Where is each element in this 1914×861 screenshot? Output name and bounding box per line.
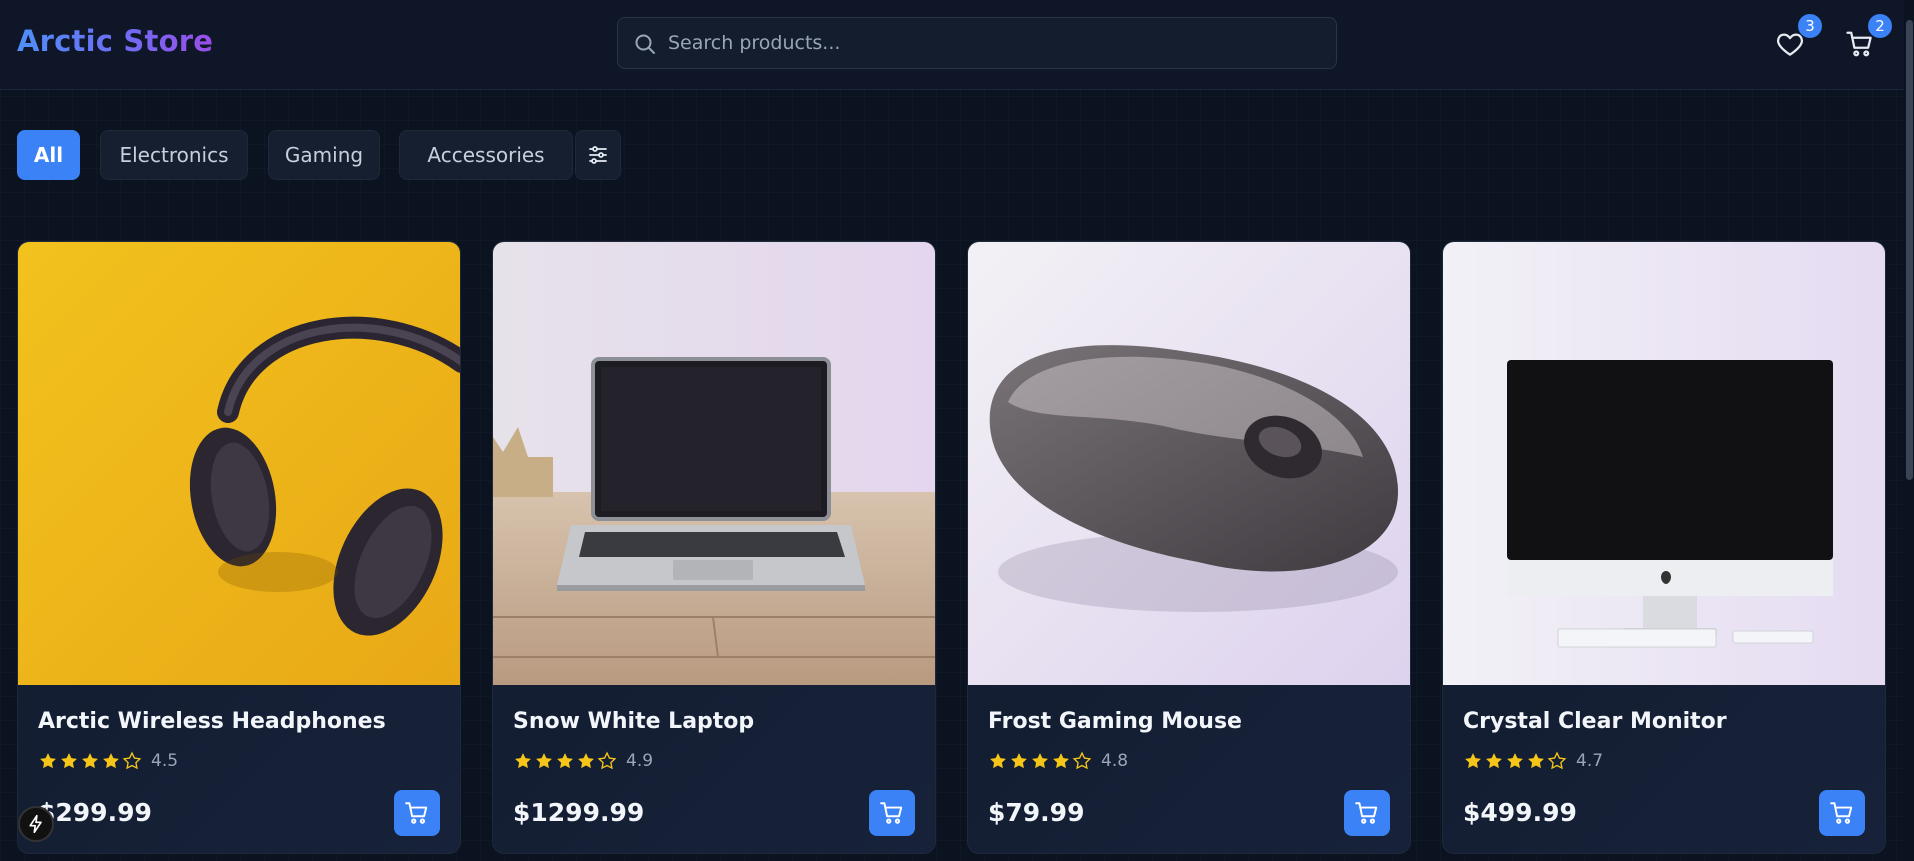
product-image-monitor[interactable] bbox=[1443, 242, 1885, 685]
shopping-cart-icon bbox=[880, 802, 903, 824]
filter-electronics[interactable]: Electronics bbox=[100, 130, 248, 180]
star-filled-icon bbox=[1011, 753, 1027, 769]
star-filled-icon bbox=[1486, 753, 1502, 769]
add-to-cart-button[interactable] bbox=[1819, 790, 1865, 836]
star-empty-icon bbox=[122, 751, 142, 770]
dev-tools-button[interactable] bbox=[18, 806, 54, 842]
product-name[interactable]: Crystal Clear Monitor bbox=[1463, 709, 1727, 734]
headphones-image bbox=[18, 242, 460, 685]
product-price: $499.99 bbox=[1463, 798, 1577, 827]
product-rating: 4.9 bbox=[513, 750, 653, 772]
star-filled-icon bbox=[990, 753, 1006, 769]
shopping-cart-icon bbox=[1355, 802, 1378, 824]
filter-accessories[interactable]: Accessories bbox=[399, 130, 573, 180]
mouse-image bbox=[968, 242, 1410, 685]
star-filled-icon bbox=[578, 753, 594, 769]
star-filled-icon bbox=[103, 753, 119, 769]
product-price: $1299.99 bbox=[513, 798, 645, 827]
star-filled-icon bbox=[61, 753, 77, 769]
search-icon bbox=[635, 34, 655, 54]
star-filled-icon bbox=[557, 753, 573, 769]
rating-value: 4.5 bbox=[151, 751, 179, 771]
header: Arctic Store 3 2 bbox=[0, 0, 1914, 90]
search-bar[interactable] bbox=[617, 17, 1337, 69]
product-price: $79.99 bbox=[988, 798, 1085, 827]
product-name[interactable]: Frost Gaming Mouse bbox=[988, 709, 1242, 734]
wishlist-button[interactable]: 3 bbox=[1770, 14, 1822, 64]
filter-all[interactable]: All bbox=[17, 130, 80, 180]
store-logo[interactable]: Arctic Store bbox=[17, 24, 213, 58]
star-empty-icon bbox=[1072, 751, 1092, 770]
product-card[interactable]: Arctic Wireless Headphones 4.5 $299.99 bbox=[17, 241, 461, 854]
cart-button[interactable]: 2 bbox=[1840, 14, 1892, 64]
sliders-icon bbox=[589, 146, 607, 164]
product-image-laptop[interactable] bbox=[493, 242, 935, 685]
shopping-cart-icon bbox=[405, 802, 428, 824]
star-filled-icon bbox=[1053, 753, 1069, 769]
star-filled-icon bbox=[40, 753, 56, 769]
product-card[interactable]: Frost Gaming Mouse 4.8 $79.99 bbox=[967, 241, 1411, 854]
product-card[interactable]: Crystal Clear Monitor 4.7 $499.99 bbox=[1442, 241, 1886, 854]
product-price: $299.99 bbox=[38, 798, 152, 827]
star-filled-icon bbox=[1528, 753, 1544, 769]
product-rating: 4.5 bbox=[38, 750, 178, 772]
star-filled-icon bbox=[82, 753, 98, 769]
monitor-image bbox=[1443, 242, 1885, 685]
star-filled-icon bbox=[536, 753, 552, 769]
rating-value: 4.8 bbox=[1101, 751, 1129, 771]
add-to-cart-button[interactable] bbox=[394, 790, 440, 836]
product-name[interactable]: Arctic Wireless Headphones bbox=[38, 709, 386, 734]
star-empty-icon bbox=[597, 751, 617, 770]
laptop-image bbox=[493, 242, 935, 685]
page-scrollbar[interactable] bbox=[1904, 0, 1914, 861]
filter-settings-button[interactable] bbox=[575, 130, 621, 180]
star-filled-icon bbox=[515, 753, 531, 769]
scrollbar-thumb[interactable] bbox=[1906, 20, 1913, 480]
product-name[interactable]: Snow White Laptop bbox=[513, 709, 754, 734]
filter-gaming[interactable]: Gaming bbox=[268, 130, 380, 180]
product-rating: 4.7 bbox=[1463, 750, 1603, 772]
star-filled-icon bbox=[1465, 753, 1481, 769]
rating-value: 4.9 bbox=[626, 751, 654, 771]
product-image-mouse[interactable] bbox=[968, 242, 1410, 685]
cart-count-badge: 2 bbox=[1868, 14, 1892, 38]
product-rating: 4.8 bbox=[988, 750, 1128, 772]
wishlist-count-badge: 3 bbox=[1798, 14, 1822, 38]
rating-value: 4.7 bbox=[1576, 751, 1604, 771]
product-image-headphones[interactable] bbox=[18, 242, 460, 685]
add-to-cart-button[interactable] bbox=[869, 790, 915, 836]
add-to-cart-button[interactable] bbox=[1344, 790, 1390, 836]
star-filled-icon bbox=[1507, 753, 1523, 769]
star-empty-icon bbox=[1547, 751, 1567, 770]
search-input[interactable] bbox=[668, 18, 1318, 68]
star-filled-icon bbox=[1032, 753, 1048, 769]
lightning-icon bbox=[29, 814, 42, 834]
shopping-cart-icon bbox=[1830, 802, 1853, 824]
product-card[interactable]: Snow White Laptop 4.9 $1299.99 bbox=[492, 241, 936, 854]
